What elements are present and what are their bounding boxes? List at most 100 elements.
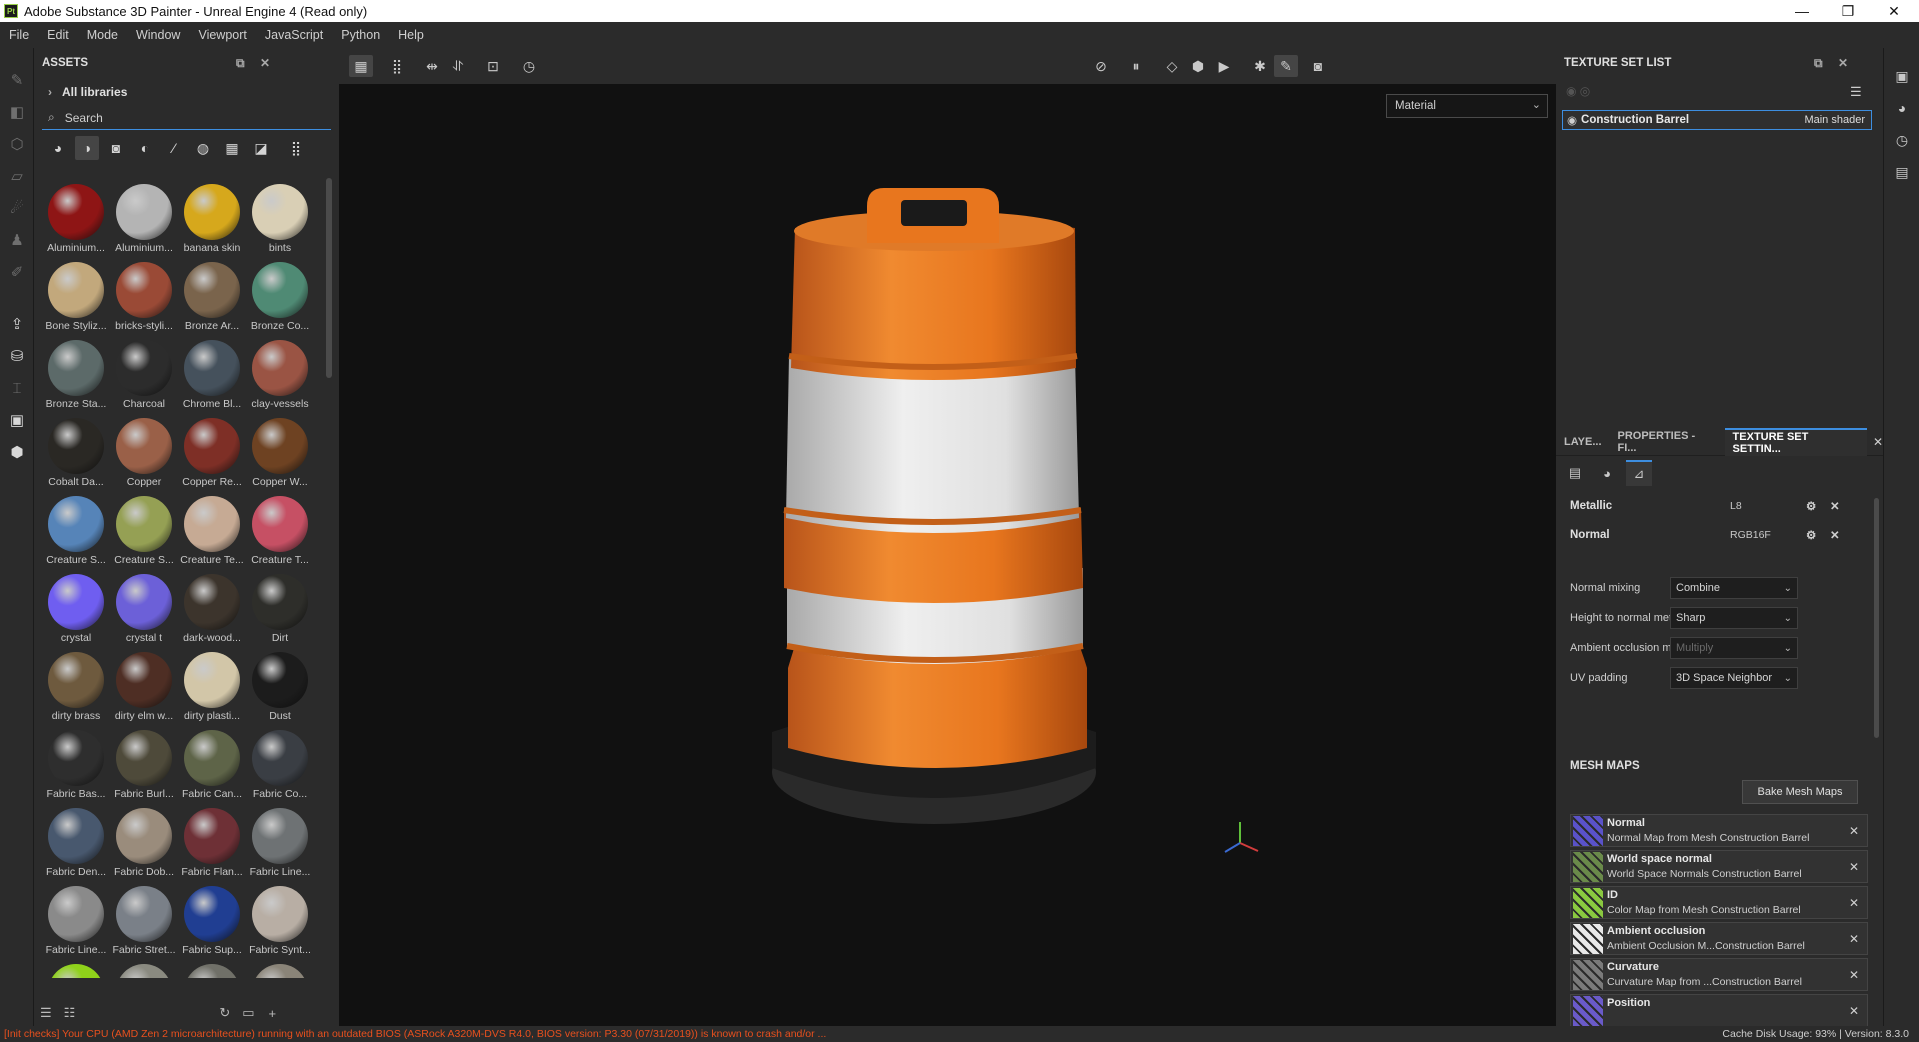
materials-filter-icon[interactable]: ◕ xyxy=(46,136,70,160)
asset-item[interactable]: clay-vessels xyxy=(246,334,314,412)
asset-item[interactable]: dark-wood... xyxy=(178,568,246,646)
close-button[interactable]: ✕ xyxy=(1871,0,1917,22)
filters-filter-icon[interactable]: ◐ xyxy=(133,136,157,160)
history-icon[interactable]: ◷ xyxy=(1884,124,1919,156)
asset-item[interactable]: bints xyxy=(246,178,314,256)
visibility-toggle-icon[interactable]: ◉ ◎ xyxy=(1566,84,1590,98)
mesh-map-item[interactable]: Ambient occlusion Ambient Occlusion M...C… xyxy=(1570,922,1868,955)
mesh-map-item[interactable]: Curvature Curvature Map from ...Construct… xyxy=(1570,958,1868,991)
asset-item[interactable] xyxy=(246,958,314,978)
menu-file[interactable]: File xyxy=(0,28,38,42)
menu-icon[interactable]: ☰ xyxy=(1850,84,1862,100)
close-panel-icon[interactable]: ✕ xyxy=(1838,56,1848,70)
asset-item[interactable]: Fabric Sup... xyxy=(178,880,246,958)
asset-item[interactable]: dirty brass xyxy=(42,646,110,724)
grid-filter-icon[interactable]: ▦ xyxy=(220,136,244,160)
asset-item[interactable]: bricks-styli... xyxy=(110,256,178,334)
bake-mesh-maps-button[interactable]: Bake Mesh Maps xyxy=(1742,780,1858,804)
settings-scrollbar[interactable] xyxy=(1874,498,1879,738)
environment-filter-icon[interactable]: ◪ xyxy=(249,136,273,160)
height-to-normal-select[interactable]: Sharp ⌄ xyxy=(1670,607,1798,629)
baking-icon[interactable]: ⛁ xyxy=(0,340,34,372)
remove-mesh-map-icon[interactable]: ✕ xyxy=(1849,824,1859,838)
asset-item[interactable]: dirty elm w... xyxy=(110,646,178,724)
hide-icon[interactable]: ⊘ xyxy=(1089,55,1113,77)
menu-python[interactable]: Python xyxy=(332,28,389,42)
add-icon[interactable]: + xyxy=(269,1006,277,1021)
shader-settings-icon[interactable]: ◕ xyxy=(1884,92,1919,124)
asset-item[interactable]: Bone Styliz... xyxy=(42,256,110,334)
asset-item[interactable]: Creature Te... xyxy=(178,490,246,568)
polygon-fill-icon[interactable]: ▱ xyxy=(0,160,34,192)
viewport[interactable]: ▦ ⣿ ⇹ ⥯ ⊡ ◷ ⊘ ⏸ ◇ ⬢ ▶ ✱ ✎ ◙ Material ⌄ xyxy=(339,48,1556,1026)
3d-view-icon[interactable]: ⬢ xyxy=(1186,55,1210,77)
brushes-filter-icon[interactable]: ⁄ xyxy=(162,136,186,160)
asset-item[interactable]: Copper W... xyxy=(246,412,314,490)
layout-grid-icon[interactable]: ⣿ xyxy=(385,55,409,77)
folder-icon[interactable]: ▭ xyxy=(242,1005,254,1021)
assets-scrollbar[interactable] xyxy=(326,178,332,378)
asset-item[interactable]: crystal t xyxy=(110,568,178,646)
asset-item[interactable]: Chrome Bl... xyxy=(178,334,246,412)
asset-item[interactable] xyxy=(110,958,178,978)
refresh-icon[interactable]: ↻ xyxy=(219,1005,230,1021)
search-input[interactable]: ⌕ Search xyxy=(42,106,331,130)
camera-icon[interactable]: ▶ xyxy=(1212,55,1236,77)
maximize-button[interactable]: ❐ xyxy=(1825,0,1871,22)
uv-padding-select[interactable]: 3D Space Neighbor ⌄ xyxy=(1670,667,1798,689)
symmetry-icon[interactable]: ⇹ xyxy=(420,55,444,77)
asset-item[interactable]: Fabric Burl... xyxy=(110,724,178,802)
render-icon[interactable]: ✱ xyxy=(1248,55,1272,77)
export-icon[interactable]: ⇪ xyxy=(0,308,34,340)
remove-mesh-map-icon[interactable]: ✕ xyxy=(1849,896,1859,910)
asset-item[interactable]: Cobalt Da... xyxy=(42,412,110,490)
asset-item[interactable]: Fabric Dob... xyxy=(110,802,178,880)
asset-item[interactable]: Fabric Synt... xyxy=(246,880,314,958)
fit-view-icon[interactable]: ⊡ xyxy=(481,55,505,77)
asset-item[interactable]: Dirt xyxy=(246,568,314,646)
asset-item[interactable]: Bronze Sta... xyxy=(42,334,110,412)
float-panel-icon[interactable]: ⧉ xyxy=(236,56,245,71)
projection-icon[interactable]: ⬡ xyxy=(0,128,34,160)
mesh-icon[interactable]: ⬢ xyxy=(0,436,34,468)
menu-help[interactable]: Help xyxy=(389,28,433,42)
tab-layers[interactable]: LAYE... xyxy=(1556,428,1610,456)
remove-channel-icon[interactable]: ✕ xyxy=(1830,499,1840,513)
gear-icon[interactable]: ⚙ xyxy=(1806,528,1816,542)
axis-icon[interactable]: ⥯ xyxy=(446,55,470,77)
smart-materials-filter-icon[interactable]: ◑ xyxy=(75,136,99,160)
remove-mesh-map-icon[interactable]: ✕ xyxy=(1849,1004,1859,1018)
asset-item[interactable]: Aluminium... xyxy=(42,178,110,256)
clone-stamp-icon[interactable]: ♟ xyxy=(0,224,34,256)
asset-item[interactable]: Fabric Den... xyxy=(42,802,110,880)
history-icon[interactable]: ◷ xyxy=(517,55,541,77)
asset-item[interactable]: Copper xyxy=(110,412,178,490)
log-icon[interactable]: ▤ xyxy=(1884,156,1919,188)
gear-icon[interactable]: ⚙ xyxy=(1806,499,1816,513)
menu-edit[interactable]: Edit xyxy=(38,28,78,42)
color-picker-icon[interactable]: ✐ xyxy=(0,256,34,288)
smudge-icon[interactable]: ☄ xyxy=(0,192,34,224)
asset-item[interactable]: dirty plasti... xyxy=(178,646,246,724)
asset-item[interactable]: Fabric Stret... xyxy=(110,880,178,958)
remove-mesh-map-icon[interactable]: ✕ xyxy=(1849,932,1859,946)
menu-mode[interactable]: Mode xyxy=(78,28,127,42)
asset-item[interactable]: Fabric Can... xyxy=(178,724,246,802)
paint-brush-icon[interactable]: ✎ xyxy=(0,64,34,96)
asset-item[interactable]: Bronze Co... xyxy=(246,256,314,334)
asset-item[interactable]: Fabric Bas... xyxy=(42,724,110,802)
asset-item[interactable] xyxy=(42,958,110,978)
asset-item[interactable]: Dust xyxy=(246,646,314,724)
material-mode-select[interactable]: Material ⌄ xyxy=(1386,94,1548,118)
menu-javascript[interactable]: JavaScript xyxy=(256,28,332,42)
menu-viewport[interactable]: Viewport xyxy=(189,28,255,42)
asset-item[interactable] xyxy=(178,958,246,978)
asset-item[interactable]: crystal xyxy=(42,568,110,646)
asset-item[interactable]: Aluminium... xyxy=(110,178,178,256)
mesh-map-item[interactable]: World space normal World Space Normals Co… xyxy=(1570,850,1868,883)
display-settings-icon[interactable]: ▣ xyxy=(1884,60,1919,92)
remove-mesh-map-icon[interactable]: ✕ xyxy=(1849,968,1859,982)
asset-item[interactable]: Copper Re... xyxy=(178,412,246,490)
remove-channel-icon[interactable]: ✕ xyxy=(1830,528,1840,542)
minimize-button[interactable]: — xyxy=(1779,0,1825,22)
